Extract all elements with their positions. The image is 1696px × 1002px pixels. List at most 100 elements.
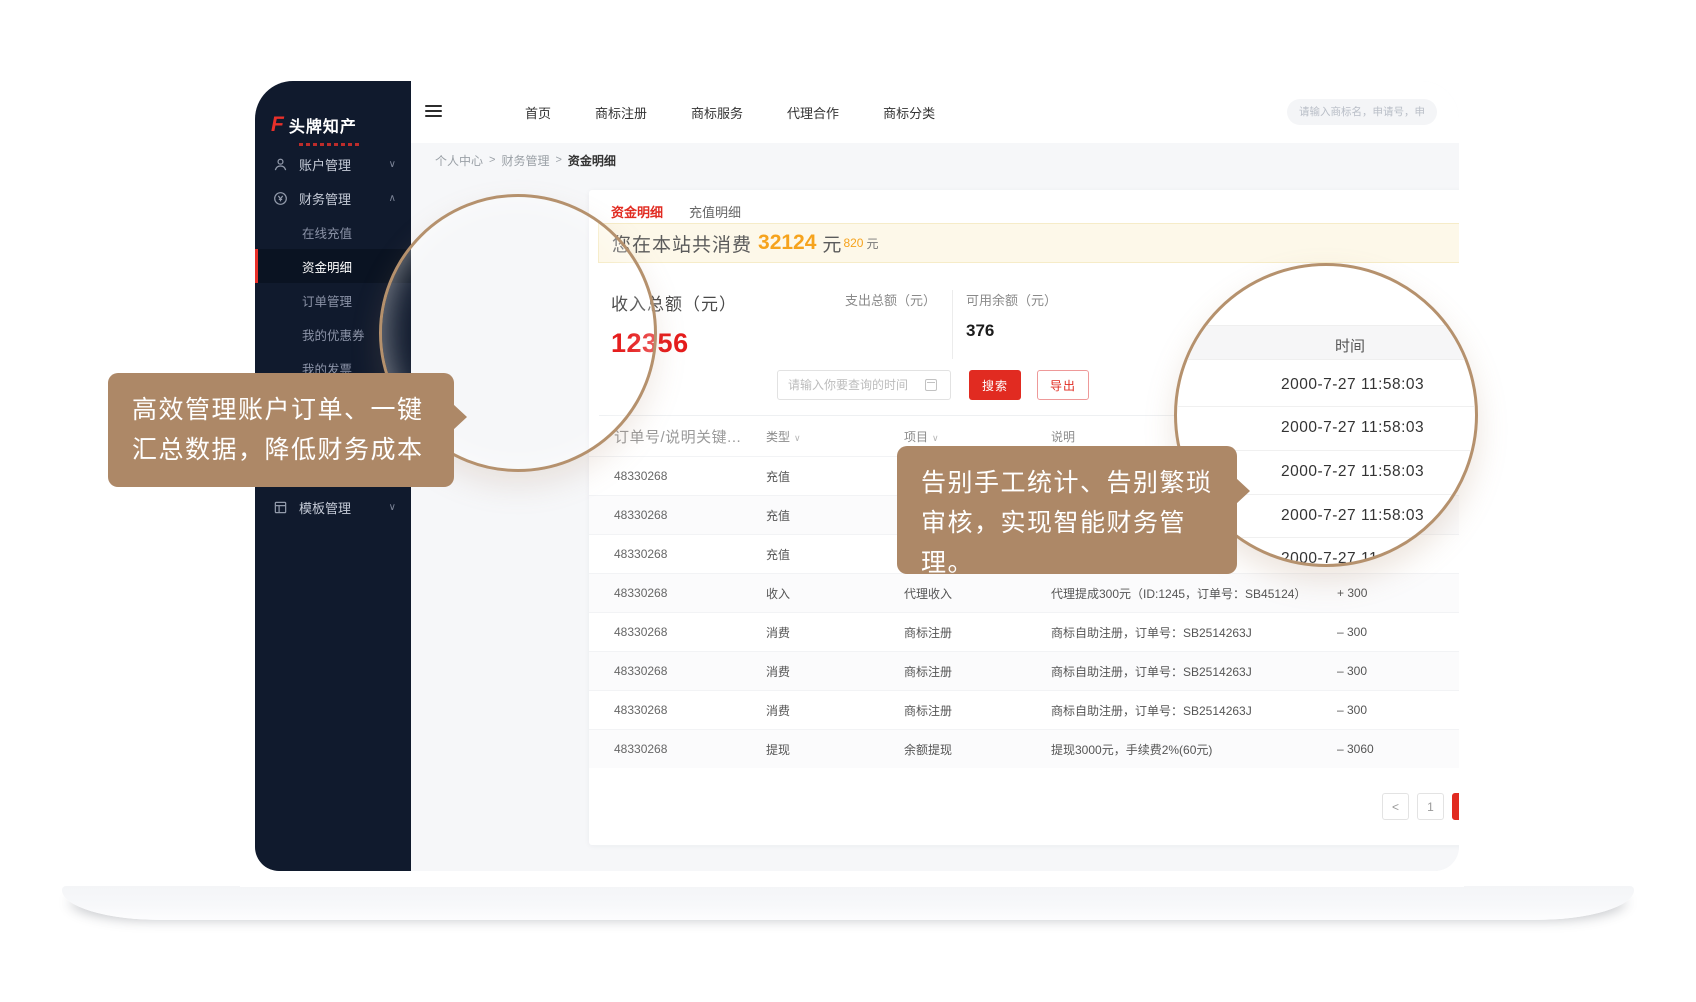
cell-balance: ¥12231 xyxy=(1416,742,1459,756)
cell-balance: ¥12231 xyxy=(1416,664,1459,678)
cell-order: 48330268 xyxy=(589,625,766,639)
column-header-type[interactable]: 类型∨ xyxy=(766,428,904,445)
pagination-page-2-active[interactable]: 2 xyxy=(1452,793,1459,820)
sidebar-item-label: 账户管理 xyxy=(299,155,351,174)
cell-order: 48330268 xyxy=(589,742,766,756)
cell-balance: ¥12231 xyxy=(1416,703,1459,717)
lens-time-value: 2000-7-27 11:58:03 xyxy=(1281,376,1424,394)
chevron-down-icon: ∨ xyxy=(389,159,396,170)
lens-time-column-header: 时间 xyxy=(1177,325,1475,360)
cell-amount: – 300 xyxy=(1321,664,1416,678)
cell-project: 商标注册 xyxy=(904,624,1051,641)
cell-balance: ¥12231 xyxy=(1416,625,1459,639)
stat-balance: 可用余额（元） 376 xyxy=(952,290,1057,359)
cell-type: 消费 xyxy=(766,702,904,719)
sidebar-item-label: 模板管理 xyxy=(299,498,351,517)
cell-order: 48330268 xyxy=(589,586,766,600)
logo-subtext-decoration xyxy=(299,143,361,146)
cell-type: 收入 xyxy=(766,585,904,602)
chevron-down-icon: ∨ xyxy=(389,502,396,513)
notice-text: 您在本站共消费 xyxy=(612,230,752,257)
search-button[interactable]: 搜索 xyxy=(969,370,1021,400)
cell-project: 余额提现 xyxy=(904,741,1051,758)
cell-order: 48330268 xyxy=(589,664,766,678)
table-row: 48330268 消费 商标注册 商标自助注册，订单号：SB2514263J –… xyxy=(589,651,1459,690)
cell-amount: + 300 xyxy=(1321,586,1416,600)
chevron-up-icon: ∧ xyxy=(389,193,396,204)
breadcrumb-separator: > xyxy=(555,154,561,166)
sidebar-item-template[interactable]: 模板管理 ∨ xyxy=(255,490,411,524)
callout-left: 高效管理账户订单、一键汇总数据，降低财务成本 xyxy=(108,373,454,487)
breadcrumb: 个人中心 > 财务管理 > 资金明细 xyxy=(411,143,1459,177)
table-row: 48330268 提现 余额提现 提现3000元，手续费2%(60元) – 30… xyxy=(589,729,1459,768)
cell-desc: 商标自助注册，订单号：SB2514263J xyxy=(1051,702,1321,719)
pagination-page-1[interactable]: 1 xyxy=(1417,793,1444,820)
cell-desc: 代理提成300元（ID:1245，订单号：SB45124） xyxy=(1051,585,1321,602)
stat-label: 可用余额（元） xyxy=(966,290,1057,309)
row-divider xyxy=(1177,406,1475,407)
cell-type: 消费 xyxy=(766,624,904,641)
cell-type: 充值 xyxy=(766,546,904,563)
finance-icon xyxy=(273,191,288,206)
cell-type: 消费 xyxy=(766,663,904,680)
callout-text: 高效管理账户订单、一键汇总数据，降低财务成本 xyxy=(132,396,424,464)
sidebar-item-label: 财务管理 xyxy=(299,189,351,208)
cell-desc: 提现3000元，手续费2%(60元) xyxy=(1051,741,1321,758)
sidebar-item-finance[interactable]: 财务管理 ∧ xyxy=(255,181,411,215)
lens-time-value: 2000-7-27 11:58:03 xyxy=(1281,419,1424,437)
notice-unit: 元 xyxy=(822,230,841,257)
callout-text: 告别手工统计、告别繁琐审核，实现智能财务管理。 xyxy=(921,469,1213,577)
sidebar-item-online-recharge[interactable]: 在线充值 xyxy=(255,215,411,249)
breadcrumb-separator: > xyxy=(489,154,495,166)
table-row: 48330268 消费 商标注册 商标自助注册，订单号：SB2514263J –… xyxy=(589,612,1459,651)
hamburger-menu-icon[interactable] xyxy=(425,105,442,118)
cell-order: 48330268 xyxy=(589,703,766,717)
column-header-project[interactable]: 项目∨ xyxy=(904,428,1051,445)
cell-order: 48330268 xyxy=(589,469,766,483)
export-button[interactable]: 导出 xyxy=(1037,370,1089,400)
sidebar-item-account[interactable]: 账户管理 ∨ xyxy=(255,147,411,181)
cell-order: 48330268 xyxy=(589,508,766,522)
breadcrumb-personal-center[interactable]: 个人中心 xyxy=(435,152,483,169)
nav-item-home[interactable]: 首页 xyxy=(503,103,573,122)
nav-item-trademark-register[interactable]: 商标注册 xyxy=(573,103,669,122)
topbar: 首页 商标注册 商标服务 代理合作 商标分类 xyxy=(411,81,1459,143)
logo[interactable]: F 头牌知产 xyxy=(255,81,411,143)
cell-desc: 商标自助注册，订单号：SB2514263J xyxy=(1051,663,1321,680)
cell-type: 充值 xyxy=(766,468,904,485)
callout-right: 告别手工统计、告别繁琐审核，实现智能财务管理。 xyxy=(897,446,1237,574)
breadcrumb-finance[interactable]: 财务管理 xyxy=(501,152,549,169)
breadcrumb-current: 资金明细 xyxy=(568,152,616,169)
nav-item-trademark-category[interactable]: 商标分类 xyxy=(861,103,957,122)
table-row: 48330268 收入 代理收入 代理提成300元（ID:1245，订单号：SB… xyxy=(589,573,1459,612)
cell-order: 48330268 xyxy=(589,547,766,561)
sort-caret-icon: ∨ xyxy=(794,433,801,443)
top-navigation: 首页 商标注册 商标服务 代理合作 商标分类 xyxy=(503,81,957,143)
cell-type: 充值 xyxy=(766,507,904,524)
notice-amount: 32124 xyxy=(758,231,816,255)
stat-expense: 支出总额（元） xyxy=(845,290,952,359)
nav-item-agency[interactable]: 代理合作 xyxy=(765,103,861,122)
cell-amount: – 3060 xyxy=(1321,742,1416,756)
page: F 头牌知产 账户管理 ∨ xyxy=(0,0,1696,1002)
table-row: 48330268 消费 商标注册 商标自助注册，订单号：SB2514263J –… xyxy=(589,690,1459,729)
notice-tail-unit: 元 xyxy=(866,235,878,252)
sidebar-item-label: 在线充值 xyxy=(302,223,352,242)
stat-value: 376 xyxy=(966,321,1057,341)
nav-item-trademark-service[interactable]: 商标服务 xyxy=(669,103,765,122)
sidebar-item-label: 订单管理 xyxy=(302,291,352,310)
trademark-search-input[interactable] xyxy=(1287,99,1437,125)
cell-amount: – 300 xyxy=(1321,625,1416,639)
stat-label: 支出总额（元） xyxy=(845,290,952,309)
sort-caret-icon: ∨ xyxy=(932,433,939,443)
cell-type: 提现 xyxy=(766,741,904,758)
calendar-icon[interactable] xyxy=(925,379,937,391)
sidebar-item-fund-detail[interactable]: 资金明细 xyxy=(255,249,411,283)
pagination-prev-button[interactable]: < xyxy=(1382,793,1409,820)
user-icon xyxy=(273,157,288,172)
sidebar-item-label: 我的优惠券 xyxy=(302,325,365,344)
cell-balance: ¥12231 xyxy=(1416,586,1459,600)
stats-row: 收入总额（元） 12356 支出总额（元） 可用余额（元） 376 xyxy=(611,290,1057,359)
notice-tail-amount: 820 xyxy=(843,236,863,250)
consumption-notice-banner: 您在本站共消费 32124 元 820 元 xyxy=(598,223,1459,263)
